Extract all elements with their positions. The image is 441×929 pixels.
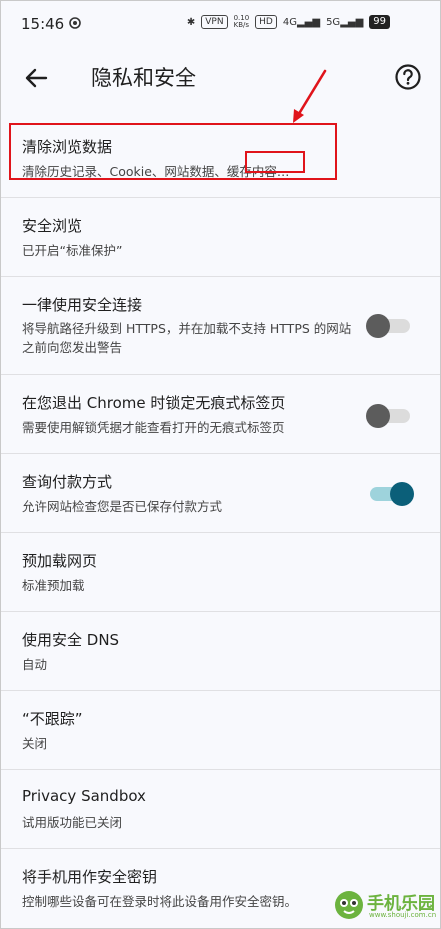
signal-5g: 5G▂▄▆ <box>326 16 364 28</box>
setting-title: 使用安全 DNS <box>22 631 120 649</box>
setting-subtitle: 控制哪些设备可在登录时将此设备用作安全密钥。 <box>22 894 298 909</box>
network-speed: 0.10 KB/s <box>233 14 250 29</box>
setting-title: 将手机用作安全密钥 <box>22 868 158 886</box>
bluetooth-icon: ✱ <box>186 16 196 28</box>
setting-subtitle: 关闭 <box>22 736 48 751</box>
setting-title: 一律使用安全连接 <box>22 296 143 314</box>
setting-privacy-sandbox[interactable]: Privacy Sandbox 试用版功能已关闭 <box>1 770 440 849</box>
settings-list: 清除浏览数据 清除历史记录、Cookie、网站数据、缓存内容… 安全浏览 已开启… <box>1 119 440 927</box>
toggle-knob <box>366 314 390 338</box>
watermark: 手机乐园 www.shouji.com.cn <box>333 885 437 925</box>
setting-title: 在您退出 Chrome 时锁定无痕式标签页 <box>22 394 286 412</box>
notification-icon <box>69 17 81 29</box>
page-title: 隐私和安全 <box>91 66 196 90</box>
screen: 15:46 ✱ VPN 0.10 KB/s HD 4G▂▄▆ 5G▂▄▆ 99 隐… <box>0 0 441 929</box>
setting-safe-browsing[interactable]: 安全浏览 已开启“标准保护” <box>1 198 440 277</box>
setting-subtitle: 已开启“标准保护” <box>22 243 123 258</box>
status-icons: ✱ VPN 0.10 KB/s HD 4G▂▄▆ 5G▂▄▆ 99 <box>187 15 390 29</box>
annotation-highlight-cache <box>245 151 305 173</box>
watermark-logo-icon <box>335 891 363 919</box>
incognito-lock-toggle[interactable] <box>366 404 410 428</box>
payment-methods-toggle[interactable] <box>370 482 414 506</box>
setting-title: 安全浏览 <box>22 217 83 235</box>
status-time: 15:46 <box>21 15 65 33</box>
setting-title: 预加载网页 <box>22 552 98 570</box>
battery-icon: 99 <box>369 15 390 29</box>
setting-title: Privacy Sandbox <box>22 787 146 805</box>
annotation-arrow-icon <box>293 69 327 123</box>
arrow-left-icon[interactable] <box>21 63 51 93</box>
setting-subtitle: 将导航路径升级到 HTTPS，并在加载不支持 HTTPS 的网站之前向您发出警告 <box>22 321 352 355</box>
vpn-badge: VPN <box>201 15 228 29</box>
https-toggle[interactable] <box>366 314 410 338</box>
setting-payment-methods[interactable]: 查询付款方式 允许网站检查您是否已保存付款方式 <box>1 454 440 533</box>
setting-subtitle: 自动 <box>22 657 48 672</box>
watermark-url: www.shouji.com.cn <box>369 911 437 919</box>
help-circle-icon[interactable] <box>394 63 422 91</box>
setting-preload-pages[interactable]: 预加载网页 标准预加载 <box>1 533 440 612</box>
setting-https-first[interactable]: 一律使用安全连接 将导航路径升级到 HTTPS，并在加载不支持 HTTPS 的网… <box>1 277 440 375</box>
setting-secure-dns[interactable]: 使用安全 DNS 自动 <box>1 612 440 691</box>
toggle-knob <box>390 482 414 506</box>
app-bar: 隐私和安全 <box>1 47 440 109</box>
hd-badge: HD <box>255 15 277 29</box>
toggle-knob <box>366 404 390 428</box>
status-bar: 15:46 ✱ VPN 0.10 KB/s HD 4G▂▄▆ 5G▂▄▆ 99 <box>1 1 440 47</box>
setting-subtitle: 标准预加载 <box>22 578 85 593</box>
setting-subtitle: 允许网站检查您是否已保存付款方式 <box>22 499 223 514</box>
signal-4g: 4G▂▄▆ <box>282 16 321 28</box>
setting-title: 查询付款方式 <box>22 473 113 491</box>
setting-title: “不跟踪” <box>22 710 83 728</box>
setting-subtitle: 需要使用解锁凭据才能查看打开的无痕式标签页 <box>22 420 285 435</box>
setting-do-not-track[interactable]: “不跟踪” 关闭 <box>1 691 440 770</box>
setting-subtitle: 试用版功能已关闭 <box>22 815 123 830</box>
setting-lock-incognito[interactable]: 在您退出 Chrome 时锁定无痕式标签页 需要使用解锁凭据才能查看打开的无痕式… <box>1 375 440 454</box>
